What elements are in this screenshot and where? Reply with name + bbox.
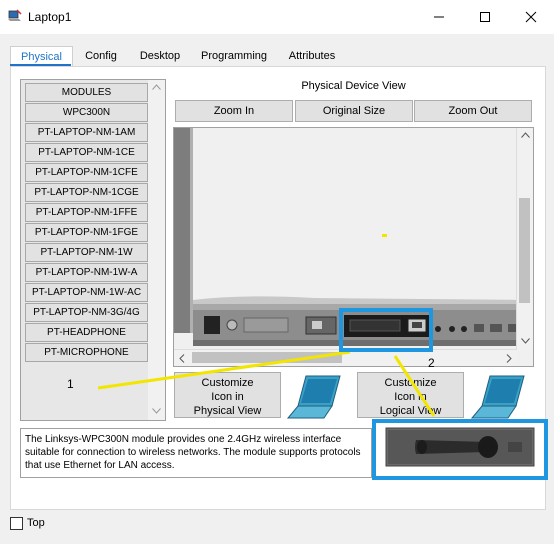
annotation-overlay bbox=[97, 308, 548, 480]
annotation-box-module bbox=[372, 419, 548, 480]
annotation-line-1 bbox=[97, 350, 351, 390]
top-checkbox[interactable] bbox=[10, 517, 23, 530]
annotation-label-1: 1 bbox=[67, 377, 74, 391]
top-checkbox-label: Top bbox=[27, 517, 45, 529]
annotation-box-port bbox=[339, 308, 433, 352]
annotation-label-2: 2 bbox=[428, 356, 435, 370]
